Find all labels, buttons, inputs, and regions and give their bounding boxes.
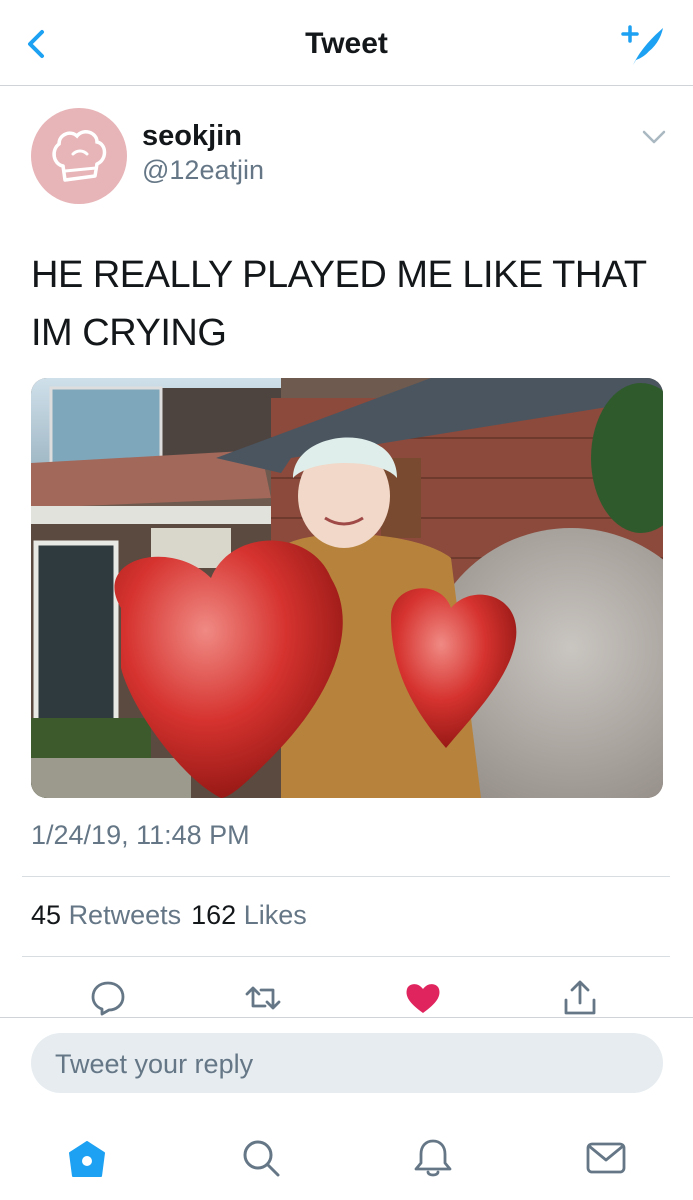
reply-bar-divider	[0, 1017, 693, 1018]
tweet-photo[interactable]	[31, 378, 663, 798]
compose-tweet-button[interactable]	[619, 20, 669, 70]
reply-button[interactable]	[88, 978, 128, 1018]
like-heart-icon	[406, 984, 440, 1013]
share-button[interactable]	[560, 978, 600, 1018]
chevron-down-icon	[642, 130, 666, 144]
tab-search[interactable]	[239, 1136, 283, 1180]
likes-label: Likes	[243, 900, 307, 930]
page-title: Tweet	[305, 27, 388, 60]
tab-notifications[interactable]	[411, 1136, 455, 1180]
divider	[22, 956, 670, 957]
tweet-text-line: HE REALLY PLAYED ME LIKE THAT	[31, 254, 647, 296]
divider	[22, 876, 670, 877]
reply-icon	[91, 981, 125, 1016]
notifications-bell-icon	[414, 1139, 452, 1177]
search-icon	[243, 1140, 280, 1177]
tweet-stats: 45 Retweets 162 Likes	[31, 900, 307, 931]
tweet-timestamp: 1/24/19, 11:48 PM	[31, 820, 250, 850]
tweet-text: HE REALLY PLAYED ME LIKE THAT IM CRYING	[31, 246, 661, 362]
tab-messages[interactable]	[584, 1136, 628, 1180]
tab-home[interactable]	[65, 1136, 109, 1180]
retweets-label: Retweets	[68, 900, 182, 930]
avatar[interactable]	[31, 108, 127, 204]
likes-count: 162	[191, 900, 237, 930]
retweets-count: 45	[31, 900, 62, 930]
reply-placeholder: Tweet your reply	[55, 1049, 254, 1079]
compose-feather-icon	[621, 25, 663, 65]
reply-input[interactable]: Tweet your reply	[31, 1033, 663, 1093]
tweet-text-line: IM CRYING	[31, 312, 227, 354]
tweet-options-button[interactable]	[641, 128, 667, 146]
chef-hat-icon	[52, 130, 107, 182]
retweets-stat[interactable]: 45 Retweets	[31, 900, 181, 930]
photo-image	[31, 378, 663, 798]
retweet-icon	[245, 986, 281, 1010]
display-name[interactable]: seokjin	[142, 120, 242, 153]
like-button[interactable]	[403, 978, 443, 1018]
top-nav-bar: Tweet	[0, 0, 693, 86]
retweet-button[interactable]	[243, 978, 283, 1018]
messages-envelope-icon	[586, 1142, 626, 1174]
home-icon	[69, 1141, 105, 1177]
share-icon	[564, 980, 596, 1015]
user-handle[interactable]: @12eatjin	[142, 155, 264, 186]
likes-stat[interactable]: 162 Likes	[191, 900, 307, 930]
